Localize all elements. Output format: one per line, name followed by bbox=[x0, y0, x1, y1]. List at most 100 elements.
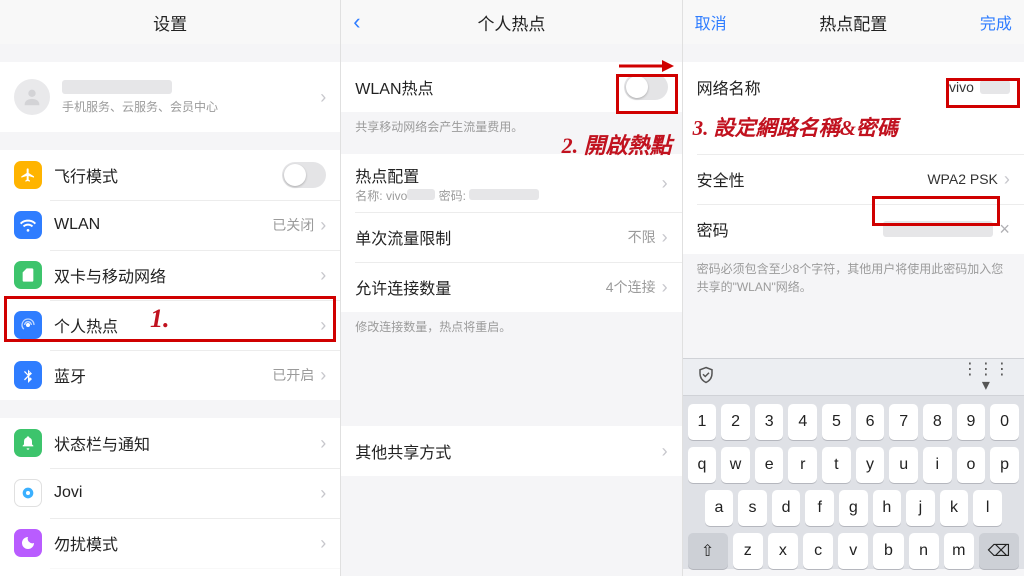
key-5[interactable]: 5 bbox=[822, 404, 851, 440]
hotspot-panel: ‹ 个人热点 WLAN热点 共享移动网络会产生流量费用。 热点配置 名称: vi… bbox=[341, 0, 682, 576]
key-e[interactable]: e bbox=[755, 447, 784, 483]
key-w[interactable]: w bbox=[721, 447, 750, 483]
system-group: 状态栏与通知 › Jovi › 勿扰模式 › bbox=[0, 418, 340, 576]
keyboard-toolbar: ⋮⋮⋮▾ bbox=[683, 358, 1024, 396]
shift-key[interactable]: ⇧ bbox=[688, 533, 728, 569]
conn-value: 4个连接 bbox=[606, 277, 656, 297]
account-subtitle: 手机服务、云服务、会员中心 bbox=[62, 98, 320, 115]
chevron-down-icon[interactable]: ⋮⋮⋮▾ bbox=[962, 359, 1010, 395]
key-4[interactable]: 4 bbox=[788, 404, 817, 440]
key-h[interactable]: h bbox=[873, 490, 902, 526]
key-0[interactable]: 0 bbox=[990, 404, 1019, 440]
keyboard: ⋮⋮⋮▾ 1234567890 qwertyuiop asdfghjkl ⇧ z… bbox=[683, 358, 1024, 576]
config-panel: 取消 热点配置 完成 网络名称 vivo 安全性 WPA2 PSK › 密码 ×… bbox=[683, 0, 1024, 576]
row-sound[interactable]: 声音与振动 › bbox=[0, 568, 340, 576]
key-6[interactable]: 6 bbox=[856, 404, 885, 440]
row-conn-count[interactable]: 允许连接数量 4个连接 › bbox=[341, 262, 681, 312]
hotspot-label: 个人热点 bbox=[54, 313, 320, 337]
cancel-button[interactable]: 取消 bbox=[695, 10, 727, 34]
other-share-group: 其他共享方式 › bbox=[341, 426, 681, 476]
key-3[interactable]: 3 bbox=[755, 404, 784, 440]
row-other-share[interactable]: 其他共享方式 › bbox=[341, 426, 681, 476]
other-label: 其他共享方式 bbox=[355, 439, 661, 463]
key-k[interactable]: k bbox=[940, 490, 969, 526]
row-network-name[interactable]: 网络名称 vivo bbox=[683, 62, 1024, 112]
key-x[interactable]: x bbox=[768, 533, 798, 569]
key-o[interactable]: o bbox=[957, 447, 986, 483]
wlan-label: WLAN bbox=[54, 216, 272, 234]
hotspot-config-group: 热点配置 名称: vivo 密码: › 单次流量限制 不限 › 允许连接数量 4… bbox=[341, 154, 681, 312]
cfg-subtitle: 名称: vivo 密码: bbox=[355, 187, 661, 204]
row-data-limit[interactable]: 单次流量限制 不限 › bbox=[341, 212, 681, 262]
jovi-icon bbox=[14, 479, 42, 507]
key-n[interactable]: n bbox=[909, 533, 939, 569]
chevron-right-icon: › bbox=[320, 265, 326, 286]
key-l[interactable]: l bbox=[973, 490, 1002, 526]
key-2[interactable]: 2 bbox=[721, 404, 750, 440]
row-airplane-mode[interactable]: 飞行模式 bbox=[0, 150, 340, 200]
settings-panel: 设置 手机服务、云服务、会员中心 › 飞行模式 bbox=[0, 0, 341, 576]
key-a[interactable]: a bbox=[705, 490, 734, 526]
key-v[interactable]: v bbox=[838, 533, 868, 569]
row-hotspot-config[interactable]: 热点配置 名称: vivo 密码: › bbox=[341, 154, 681, 212]
key-q[interactable]: q bbox=[688, 447, 717, 483]
wlan-hotspot-toggle[interactable] bbox=[624, 74, 668, 100]
row-statusbar-notif[interactable]: 状态栏与通知 › bbox=[0, 418, 340, 468]
key-9[interactable]: 9 bbox=[957, 404, 986, 440]
sim-icon bbox=[14, 261, 42, 289]
wlan-value: 已关闭 bbox=[272, 215, 314, 235]
key-b[interactable]: b bbox=[873, 533, 903, 569]
back-button[interactable]: ‹ bbox=[353, 9, 360, 35]
key-r[interactable]: r bbox=[788, 447, 817, 483]
key-c[interactable]: c bbox=[803, 533, 833, 569]
key-t[interactable]: t bbox=[822, 447, 851, 483]
key-f[interactable]: f bbox=[805, 490, 834, 526]
row-wlan[interactable]: WLAN 已关闭 › bbox=[0, 200, 340, 250]
bt-label: 蓝牙 bbox=[54, 363, 272, 387]
limit-label: 单次流量限制 bbox=[355, 225, 627, 249]
key-g[interactable]: g bbox=[839, 490, 868, 526]
connectivity-group: 飞行模式 WLAN 已关闭 › 双卡与移动网络 › bbox=[0, 150, 340, 400]
key-u[interactable]: u bbox=[889, 447, 918, 483]
key-8[interactable]: 8 bbox=[923, 404, 952, 440]
row-security[interactable]: 安全性 WPA2 PSK › bbox=[683, 154, 1024, 204]
key-z[interactable]: z bbox=[733, 533, 763, 569]
conn-label: 允许连接数量 bbox=[355, 275, 606, 299]
account-name-redacted bbox=[62, 80, 172, 94]
backspace-key[interactable]: ⌫ bbox=[979, 533, 1019, 569]
dnd-label: 勿扰模式 bbox=[54, 531, 320, 555]
key-d[interactable]: d bbox=[772, 490, 801, 526]
wifi-icon bbox=[14, 211, 42, 239]
row-bluetooth[interactable]: 蓝牙 已开启 › bbox=[0, 350, 340, 400]
row-jovi[interactable]: Jovi › bbox=[0, 468, 340, 518]
jovi-label: Jovi bbox=[54, 484, 320, 502]
row-password[interactable]: 密码 × bbox=[683, 204, 1024, 254]
clear-password-button[interactable]: × bbox=[999, 219, 1010, 240]
airplane-toggle[interactable] bbox=[282, 162, 326, 188]
key-m[interactable]: m bbox=[944, 533, 974, 569]
row-wlan-hotspot[interactable]: WLAN热点 bbox=[341, 62, 681, 112]
row-dnd[interactable]: 勿扰模式 › bbox=[0, 518, 340, 568]
avatar-icon bbox=[14, 79, 50, 115]
key-1[interactable]: 1 bbox=[688, 404, 717, 440]
shield-icon[interactable] bbox=[697, 366, 715, 389]
bluetooth-icon bbox=[14, 361, 42, 389]
key-7[interactable]: 7 bbox=[889, 404, 918, 440]
config-header: 取消 热点配置 完成 bbox=[683, 0, 1024, 44]
conn-footnote: 修改连接数量，热点将重启。 bbox=[341, 312, 681, 336]
key-y[interactable]: y bbox=[856, 447, 885, 483]
statusbar-label: 状态栏与通知 bbox=[54, 431, 320, 455]
sec-value: WPA2 PSK bbox=[927, 171, 998, 187]
row-personal-hotspot[interactable]: 个人热点 › bbox=[0, 300, 340, 350]
chevron-right-icon: › bbox=[320, 315, 326, 336]
key-s[interactable]: s bbox=[738, 490, 767, 526]
key-j[interactable]: j bbox=[906, 490, 935, 526]
account-row[interactable]: 手机服务、云服务、会员中心 › bbox=[0, 62, 340, 132]
key-i[interactable]: i bbox=[923, 447, 952, 483]
settings-header: 设置 bbox=[0, 0, 340, 44]
row-sim-network[interactable]: 双卡与移动网络 › bbox=[0, 250, 340, 300]
pwd-value-redacted[interactable] bbox=[883, 221, 993, 237]
airplane-icon bbox=[14, 161, 42, 189]
done-button[interactable]: 完成 bbox=[980, 10, 1012, 34]
key-p[interactable]: p bbox=[990, 447, 1019, 483]
